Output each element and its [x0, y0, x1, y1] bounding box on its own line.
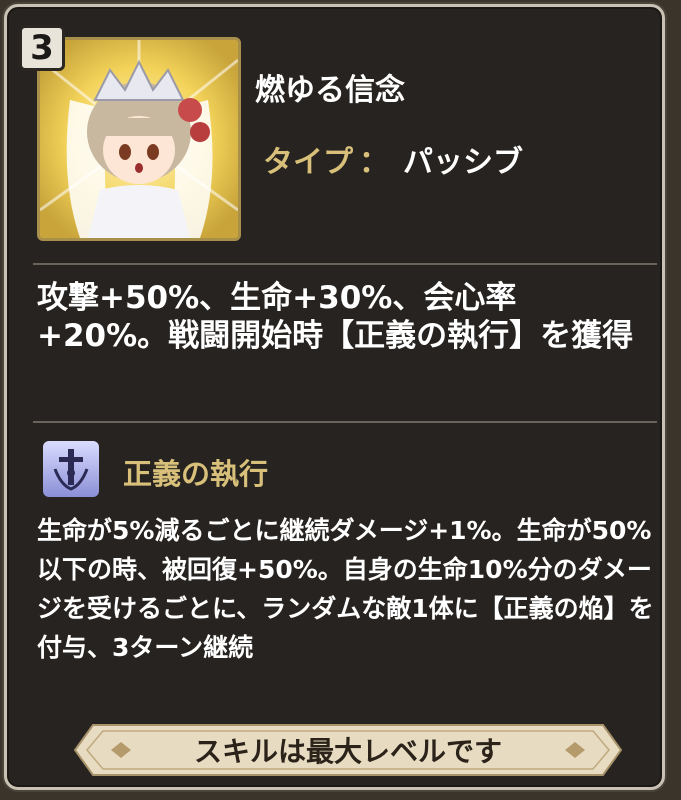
max-level-banner: スキルは最大レベルです: [73, 721, 623, 779]
max-level-label: スキルは最大レベルです: [193, 735, 502, 768]
character-portrait: [37, 37, 241, 241]
skill-detail-panel: 3 燃ゆる信念 タイプ ： パッシブ 攻撃+50%、生命+30%、会心率+20%…: [4, 4, 665, 790]
skill-type-colon: ：: [359, 145, 389, 180]
skill-description: 攻撃+50%、生命+30%、会心率+20%。戦闘開始時【正義の執行】を獲得: [37, 280, 634, 354]
justice-sword-icon: [43, 441, 99, 497]
buff-name: 正義の執行: [123, 457, 269, 491]
skill-type-label: タイプ: [263, 145, 353, 180]
skill-type-value: パッシブ: [403, 145, 523, 180]
divider-middle: [33, 421, 657, 423]
buff-description: 生命が5%減るごとに継続ダメージ+1%。生命が50%以下の時、被回復+50%。自…: [37, 516, 654, 662]
divider-top: [33, 263, 657, 265]
skill-name: 燃ゆる信念: [255, 73, 405, 108]
skill-level-badge: 3: [19, 25, 65, 71]
skill-type-row: タイプ： パッシブ: [263, 137, 523, 181]
